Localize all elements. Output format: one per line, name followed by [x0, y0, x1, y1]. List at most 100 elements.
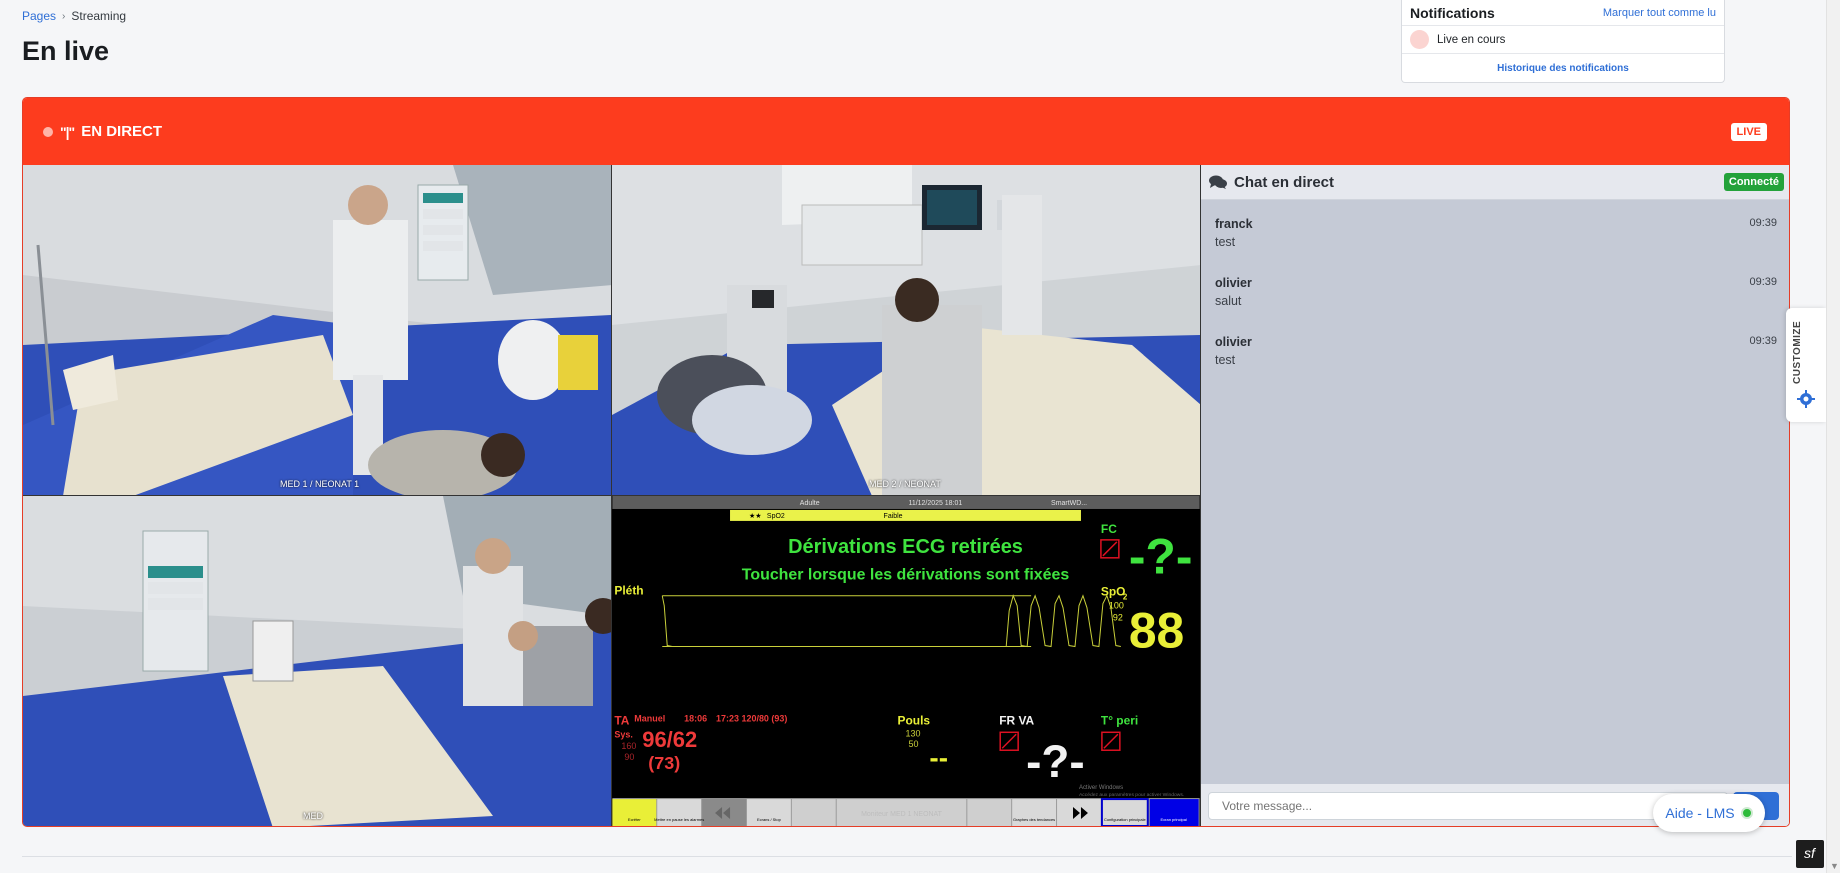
notification-history-link[interactable]: Historique des notifications — [1402, 54, 1724, 82]
alarm-param: SpO2 — [767, 513, 785, 520]
spo2-value: 88 — [1129, 603, 1184, 659]
camera-feed-1[interactable]: MED 1 / NEONAT 1 — [23, 165, 612, 496]
live-badge: LIVE — [1730, 122, 1767, 141]
breadcrumb-current: Streaming — [71, 9, 127, 23]
chat-message-time: 09:39 — [1749, 217, 1777, 229]
ta-label: TA — [614, 713, 629, 727]
live-stream-card: "|" EN DIRECT LIVE MED 1 / NEONAT 1 MED … — [22, 97, 1790, 827]
symfony-toolbar-icon[interactable]: sf — [1796, 840, 1824, 868]
monitor-mode: Adulte — [800, 500, 820, 507]
temp-label: T° peri — [1101, 713, 1138, 727]
ecg-message: Dérivations ECG retirées — [788, 536, 1023, 558]
notifications-panel: Notifications Marquer tout comme lu Live… — [1401, 0, 1725, 83]
camera-label: MED 1 / NEONAT 1 — [280, 479, 360, 489]
windows-watermark-text: Accédez aux paramètres pour activer Wind… — [1079, 792, 1184, 798]
chat-title: Chat en direct — [1234, 173, 1335, 191]
frva-value: -?- — [1026, 735, 1085, 787]
gear-icon — [1797, 390, 1815, 408]
ta-value: 96/62 — [642, 727, 697, 752]
ta-low: 90 — [624, 752, 634, 762]
breadcrumb-link-pages[interactable]: Pages — [22, 9, 56, 23]
chat-message-user: franck — [1215, 217, 1253, 231]
ta-previous: 17:23 120/80 (93) — [716, 713, 787, 723]
notification-item-label: Live en cours — [1437, 33, 1506, 46]
live-header: "|" EN DIRECT LIVE — [23, 98, 1789, 165]
chat-message-time: 09:39 — [1749, 335, 1777, 347]
live-chat-panel: Chat en direct Connecté franck 09:39 tes… — [1201, 165, 1789, 826]
mark-all-read-link[interactable]: Marquer tout comme lu — [1603, 7, 1716, 19]
help-lms-button[interactable]: Aide - LMS — [1653, 794, 1765, 832]
chat-header: Chat en direct Connecté — [1201, 165, 1789, 200]
ta-sys-label: Sys. — [614, 729, 632, 739]
notifications-header: Notifications Marquer tout comme lu — [1402, 0, 1724, 26]
chat-message-time: 09:39 — [1749, 276, 1777, 288]
camera-feed-2[interactable]: MED 2 / NEONAT — [612, 165, 1201, 496]
spo2-label: SpO — [1101, 585, 1126, 599]
spo2-low: 92 — [1113, 613, 1123, 623]
notification-item[interactable]: Live en cours — [1402, 26, 1724, 54]
symfony-glyph: sf — [1804, 845, 1815, 861]
monitor-unit: SmartWD... — [1051, 500, 1087, 507]
footer-divider — [22, 856, 1792, 857]
alarm-stars: ★★ — [749, 512, 762, 520]
page-title: En live — [22, 36, 110, 66]
chat-message: olivier 09:39 test — [1215, 326, 1777, 385]
pouls-label: Pouls — [898, 713, 931, 727]
customize-label: CUSTOMIZE — [1792, 320, 1803, 384]
fc-value: -?- — [1129, 529, 1193, 585]
monitor-button-label: Ecrêter — [628, 817, 641, 822]
fc-label: FC — [1101, 522, 1117, 536]
ta-time: 18:06 — [684, 713, 707, 723]
pouls-low: 50 — [908, 739, 918, 749]
breadcrumb: Pages › Streaming — [22, 9, 126, 23]
notification-avatar — [1410, 30, 1429, 49]
pouls-value: -- — [929, 742, 948, 773]
camera-feed-3[interactable]: MED — [23, 496, 612, 826]
camera-feed-monitor[interactable]: Adulte 11/12/2025 18:01 SmartWD... ★★ Sp… — [612, 496, 1201, 826]
chat-message: olivier 09:39 salut — [1215, 267, 1777, 326]
monitor-button-label: Graphes des tendances — [1013, 817, 1055, 822]
patient-monitor: Adulte 11/12/2025 18:01 SmartWD... ★★ Sp… — [612, 496, 1200, 826]
monitor-datetime: 11/12/2025 18:01 — [908, 500, 962, 507]
chat-message-user: olivier — [1215, 276, 1252, 290]
camera-label: MED — [303, 811, 323, 821]
monitor-bottom-label: Moniteur MED 1 NEONAT — [861, 811, 943, 818]
broadcast-icon: "|" — [60, 123, 75, 140]
chat-message-text: test — [1215, 235, 1236, 249]
chat-message-text: salut — [1215, 294, 1242, 308]
alarm-level: Faible — [884, 513, 903, 520]
chat-message-user: olivier — [1215, 335, 1252, 349]
camera-1-image — [23, 165, 611, 495]
chat-message: franck 09:39 test — [1215, 208, 1777, 267]
chat-message-list: franck 09:39 test olivier 09:39 salut ol… — [1201, 200, 1789, 385]
chat-connection-badge: Connecté — [1723, 173, 1784, 191]
live-status-label: EN DIRECT — [81, 123, 163, 140]
ta-mode: Manuel — [634, 713, 665, 723]
monitor-button-label: Ecran principal — [1161, 817, 1187, 822]
notifications-title: Notifications — [1410, 4, 1495, 21]
page-scrollbar[interactable]: ▼ — [1826, 0, 1840, 873]
monitor-button-label: Ecrans / Stop — [757, 817, 782, 822]
ta-high: 160 — [621, 741, 636, 751]
frva-label: FR VA — [999, 713, 1034, 727]
spo2-high: 100 — [1109, 601, 1124, 611]
ecg-submessage: Toucher lorsque les dérivations sont fix… — [742, 567, 1070, 584]
scroll-down-icon[interactable]: ▼ — [1830, 861, 1839, 871]
monitor-button-label: Mettre en pause les alarmes — [654, 817, 704, 822]
chat-message-text: test — [1215, 353, 1236, 367]
pouls-high: 130 — [906, 728, 921, 738]
help-lms-label: Aide - LMS — [1665, 805, 1735, 821]
camera-label: MED 2 / NEONAT — [869, 479, 941, 489]
camera-3-image — [23, 496, 611, 826]
camera-2-image — [612, 165, 1200, 495]
ta-mean: (73) — [648, 753, 680, 773]
customize-tab[interactable]: CUSTOMIZE — [1786, 308, 1826, 422]
online-status-icon — [1740, 807, 1753, 819]
video-grid: MED 1 / NEONAT 1 MED 2 / NEONAT MED Adul… — [23, 165, 1201, 826]
chevron-right-icon: › — [62, 10, 66, 22]
pleth-label: Pléth — [614, 584, 643, 598]
chat-message-input[interactable] — [1208, 792, 1728, 820]
live-pulse-icon — [43, 126, 53, 137]
windows-watermark-title: Activer Windows — [1079, 785, 1123, 791]
comments-icon — [1209, 175, 1227, 189]
